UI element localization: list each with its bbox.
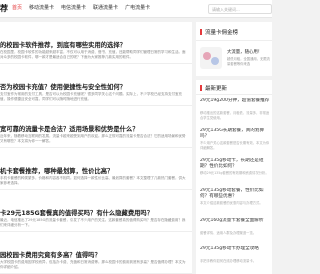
latest-item[interactable]: 29元135G长期套餐，真的划算吗？ 不少用户关心这款套餐是否长期有效，本文为你… — [200, 128, 270, 156]
main-nav: 首页 移动流量卡 电信流量卡 联通流量卡 广电流量卡 — [12, 4, 150, 11]
article-item[interactable]: 机卡套餐推荐，哪种最划算，性价比高？ 手机卡套餐的种类繁多，价格和内容各不相同。… — [0, 148, 192, 190]
latest-item[interactable]: 29元135g移动卡，长期还是短期？性价比如何？ 移动29元135g套餐的有效期… — [200, 158, 270, 186]
article-excerpt: 近年来，随着移动互联网的发展，流量卡越来越受到用户的欢迎。那么正规可靠的流量卡是… — [0, 134, 186, 143]
app-card-heading: 流量卡佣金榜 — [200, 28, 238, 36]
latest-heading: 最新更新 — [200, 84, 227, 92]
top-navbar: 荐 首页 移动流量卡 电信流量卡 联通流量卡 广电流量卡 请输入关键词... — [0, 0, 272, 18]
article-excerpt: 在校园里，校园卡软件的功能越来越丰富，不仅可以用于消费、借书、充值，还能帮助同学… — [0, 50, 186, 59]
latest-item-desc: 移动推出的这款套餐，月租低、流量多，非常适合学生党使用。 — [200, 111, 270, 120]
article-item[interactable]: 宽可靠的流量卡是合法？适用场景和优势是什么？ 近年来，随着移动互联网的发展，流量… — [0, 106, 192, 148]
article-list: 的校园卡软件推荐，到底有哪些实用的选择？ 在校园里，校园卡软件的功能越来越丰富，… — [0, 22, 192, 274]
latest-item-title[interactable]: 29元19g200分钟，超值套餐推荐 — [200, 98, 270, 110]
nav-mobile-card[interactable]: 移动流量卡 — [29, 4, 54, 11]
latest-item-desc: 本文介绍这款套餐的优惠内容与办理方式。 — [200, 201, 263, 205]
divider — [196, 94, 272, 95]
article-item[interactable]: 的校园卡软件推荐，到底有哪些实用的选择？ 在校园里，校园卡软件的功能越来越丰富，… — [0, 22, 192, 64]
latest-item-title[interactable]: 29元135g移动卡，长期还是短期？性价比如何？ — [200, 158, 270, 170]
article-excerpt: 支付宝作为常用的支付工具，是否可以为校园卡充值呢？很多同学关心这个问题。实际上，… — [0, 92, 182, 101]
app-logo-icon[interactable] — [200, 47, 222, 69]
article-title[interactable]: 的校园卡软件推荐，到底有哪些实用的选择？ — [0, 40, 126, 49]
article-excerpt: 大学校园卡的费用因学校而异，包括办卡费、充值和日常消费等。那么校园卡的费用到底有… — [0, 260, 186, 269]
article-excerpt: 最近，电信推出了29元185G的流量卡套餐，引发了不少用户的关注。这款套餐真的值… — [0, 218, 186, 227]
latest-item[interactable]: 29元135g移动卡办理全攻略 手把手教你如何在线办理移动流量卡。 — [200, 246, 270, 274]
latest-item-title[interactable]: 29元160g流量卡套餐全面解析 — [200, 218, 270, 230]
article-title[interactable]: 机卡套餐推荐，哪种最划算，性价比高？ — [0, 166, 113, 175]
article-item[interactable]: 否为校园卡充值？使用便捷性与安全性如何？ 支付宝作为常用的支付工具，是否可以为校… — [0, 64, 192, 106]
site-logo[interactable]: 荐 — [0, 3, 8, 14]
latest-item[interactable]: 29元19g200分钟，超值套餐推荐 移动推出的这款套餐，月租低、流量多，非常适… — [200, 98, 270, 126]
latest-item-title[interactable]: 29元135g移动卡办理全攻略 — [200, 246, 270, 258]
article-title[interactable]: 否为校园卡充值？使用便捷性与安全性如何？ — [0, 82, 126, 91]
app-promo-card: 流量卡佣金榜 大流量，随心用！ 超低月租，全国通用，无限流量套餐等你来选 — [196, 22, 272, 76]
latest-item-title[interactable]: 29元135g移动套餐，性价比如何？有哪些优惠？ — [200, 188, 270, 200]
article-title[interactable]: 卡29元185G套餐真的值得买吗？有什么隐藏费用吗？ — [0, 208, 153, 217]
article-item[interactable]: 卡29元185G套餐真的值得买吗？有什么隐藏费用吗？ 最近，电信推出了29元18… — [0, 190, 192, 232]
latest-item-desc: 手把手教你如何在线办理移动流量卡。 — [200, 259, 257, 263]
article-title[interactable]: 宽可靠的流量卡是合法？适用场景和优势是什么？ — [0, 124, 139, 133]
article-item[interactable]: 园校园卡费用究竟有多高？值得吗？ 大学校园卡的费用因学校而异，包括办卡费、充值和… — [0, 232, 192, 274]
divider — [196, 40, 272, 41]
nav-home[interactable]: 首页 — [12, 4, 22, 11]
search-input[interactable]: 请输入关键词... — [208, 4, 272, 14]
nav-broadcast-card[interactable]: 广电流量卡 — [125, 4, 150, 11]
app-description: 超低月租，全国通用，无限流量套餐等你来选 — [227, 57, 270, 66]
latest-item-desc: 不少用户关心这款套餐是否长期有效，本文为你详细解答。 — [200, 141, 270, 150]
article-title[interactable]: 园校园卡费用究竟有多高？值得吗？ — [0, 250, 101, 259]
nav-unicom-card[interactable]: 联通流量卡 — [93, 4, 118, 11]
latest-updates-card: 最新更新 29元19g200分钟，超值套餐推荐 移动推出的这款套餐，月租低、流量… — [196, 80, 272, 274]
article-excerpt: 手机卡套餐的种类繁多，价格和内容各不相同。如何选择一款性价比高、最划算的套餐？本… — [0, 176, 186, 185]
latest-item[interactable]: 29元160g流量卡套餐全面解析 套餐详情、适用人群及办理渠道一览。 — [200, 218, 270, 246]
latest-item-title[interactable]: 29元135G长期套餐，真的划算吗？ — [200, 128, 270, 140]
latest-item[interactable]: 29元135g移动套餐，性价比如何？有哪些优惠？ 本文介绍这款套餐的优惠内容与办… — [200, 188, 270, 216]
latest-item-desc: 套餐详情、适用人群及办理渠道一览。 — [200, 231, 257, 235]
app-name[interactable]: 大流量，随心用！ — [227, 49, 262, 55]
nav-telecom-card[interactable]: 电信流量卡 — [61, 4, 86, 11]
latest-item-desc: 移动29元135g套餐的有效期和资费情况分析。 — [200, 171, 269, 175]
